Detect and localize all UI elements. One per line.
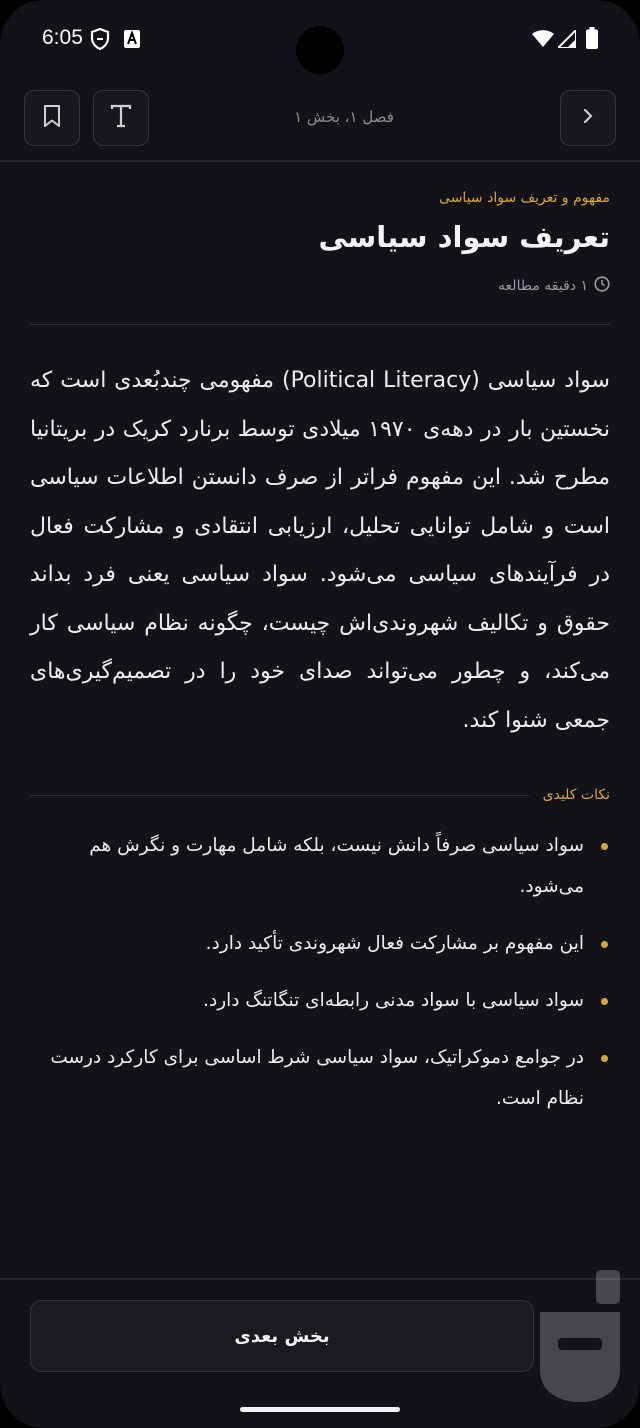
bullet-dot-icon (601, 941, 608, 948)
section-location: فصل ۱، بخش ۱ (294, 108, 394, 126)
key-point-item: این مفهوم بر مشارکت فعال شهروندی تأکید د… (30, 923, 610, 964)
app-logo-watermark (530, 1266, 630, 1406)
toolbar-divider (0, 160, 640, 162)
key-point-item: در جوامع دموکراتیک، سواد سیاسی شرط اساسی… (30, 1037, 610, 1119)
key-point-item: سواد سیاسی با سواد مدنی رابطه‌ای تنگاتنگ… (30, 980, 610, 1021)
lesson-category: مفهوم و تعریف سواد سیاسی (439, 190, 610, 206)
vpn-shield-icon (90, 27, 110, 54)
lesson-title: تعریف سواد سیاسی (318, 220, 610, 254)
reader-toolbar: فصل ۱، بخش ۱ (24, 90, 616, 148)
lesson-content: مفهوم و تعریف سواد سیاسی تعریف سواد سیاس… (30, 190, 610, 1135)
key-points-divider (30, 794, 529, 796)
lesson-body: سواد سیاسی (Political Literacy) مفهومی چ… (30, 368, 610, 733)
key-points-list: سواد سیاسی صرفاً دانش نیست، بلکه شامل مه… (30, 825, 610, 1119)
text-size-icon (110, 104, 132, 132)
wifi-icon (532, 30, 554, 52)
bullet-dot-icon (601, 1055, 608, 1062)
bookmark-button[interactable] (24, 90, 80, 146)
status-time: 6:05 (42, 26, 83, 49)
read-time-label: ۱ دقیقه مطالعه (498, 278, 588, 294)
status-bar: 6:05 (0, 0, 640, 80)
key-point-item: سواد سیاسی صرفاً دانش نیست، بلکه شامل مه… (30, 825, 610, 907)
font-size-button[interactable] (93, 90, 149, 146)
back-button[interactable] (560, 90, 616, 146)
chevron-right-icon (581, 107, 595, 129)
notification-a-icon (124, 30, 140, 52)
signal-icon (555, 27, 577, 52)
battery-icon (586, 27, 598, 53)
reader-screen: 6:05 فصل ۱، بخش ۱ مفهوم و تعریف سواد سیا… (0, 0, 640, 1428)
content-divider (30, 324, 610, 325)
bookmark-icon (42, 104, 62, 132)
read-time: ۱ دقیقه مطالعه (30, 276, 610, 296)
key-points-header: نکات کلیدی (30, 787, 610, 803)
home-indicator[interactable] (240, 1407, 400, 1412)
next-section-button[interactable]: بخش بعدی (30, 1300, 534, 1372)
bullet-dot-icon (601, 998, 608, 1005)
front-camera (296, 26, 344, 74)
clock-icon (594, 276, 610, 296)
key-points-title: نکات کلیدی (542, 787, 610, 803)
bullet-dot-icon (601, 843, 608, 850)
